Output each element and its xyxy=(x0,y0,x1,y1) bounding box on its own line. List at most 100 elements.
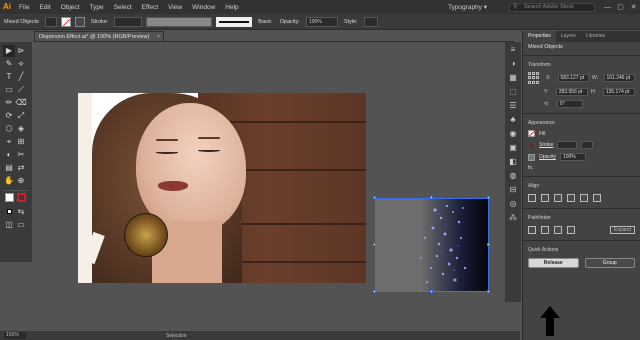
pathfinder-dock-icon[interactable]: ◎ xyxy=(508,199,518,209)
unite-icon[interactable] xyxy=(528,226,536,234)
selection-handle[interactable] xyxy=(373,196,376,199)
shape-builder-tool-icon[interactable]: ⬡ xyxy=(3,123,15,135)
swatches-dock-icon[interactable]: ▦ xyxy=(508,73,518,83)
stroke-weight-input[interactable] xyxy=(557,141,578,149)
slice-tool-icon[interactable]: ✂ xyxy=(15,149,27,161)
release-button[interactable]: Release xyxy=(528,258,579,268)
brushes-dock-icon[interactable]: ⁂ xyxy=(508,213,518,223)
zoom-tool-icon[interactable]: ⊕ xyxy=(15,175,27,187)
y-field[interactable]: 283.956 pt xyxy=(555,88,588,96)
align-middle-icon[interactable] xyxy=(580,194,588,202)
pencil-tool-icon[interactable]: ✏ xyxy=(3,97,15,109)
maximize-button[interactable]: ▢ xyxy=(614,3,627,11)
menu-edit[interactable]: Edit xyxy=(34,4,55,11)
symbols-dock-icon[interactable]: ♣ xyxy=(508,115,518,125)
menu-effect[interactable]: Effect xyxy=(137,4,164,11)
graph-tool-icon[interactable]: ▤ xyxy=(3,162,15,174)
menu-file[interactable]: File xyxy=(14,4,34,11)
selection-handle[interactable] xyxy=(487,290,490,293)
selection-handle[interactable] xyxy=(487,196,490,199)
h-field[interactable]: 135.174 pt xyxy=(602,88,635,96)
stroke-dock-icon[interactable]: ◉ xyxy=(508,129,518,139)
stroke-weight-field[interactable] xyxy=(114,16,143,27)
workspace-switcher[interactable]: Typography ▾ xyxy=(448,3,487,11)
minus-front-icon[interactable] xyxy=(541,226,549,234)
opacity-field[interactable]: 100% xyxy=(305,16,338,27)
eyedropper-tool-icon[interactable]: ◐ xyxy=(3,149,15,161)
artboard-photo[interactable] xyxy=(78,93,366,283)
magic-wand-tool-icon[interactable]: ✎ xyxy=(3,58,15,70)
selection-handle[interactable] xyxy=(430,196,433,199)
eraser-tool-icon[interactable]: ⌫ xyxy=(15,97,27,109)
align-dock-icon[interactable]: ⊟ xyxy=(508,185,518,195)
stroke-swatch-icon[interactable] xyxy=(528,141,535,149)
gradient-tool-icon[interactable]: ⊞ xyxy=(15,136,27,148)
rectangle-tool-icon[interactable]: ▭ xyxy=(3,84,15,96)
screen-mode-icon[interactable]: ▭ xyxy=(15,219,27,231)
fill-color-icon[interactable] xyxy=(3,193,15,205)
drawing-mode-icon[interactable]: ◫ xyxy=(3,219,15,231)
lasso-tool-icon[interactable]: ⟡ xyxy=(15,58,27,70)
selection-bounding-box[interactable] xyxy=(375,198,489,292)
close-window-button[interactable]: ✕ xyxy=(627,3,640,11)
tab-libraries[interactable]: Libraries xyxy=(581,31,610,42)
selection-handle[interactable] xyxy=(373,290,376,293)
gradient-dock-icon[interactable]: ▣ xyxy=(508,143,518,153)
default-colors-icon[interactable] xyxy=(3,206,15,218)
selection-handle[interactable] xyxy=(487,243,490,246)
scale-tool-icon[interactable]: ⤢ xyxy=(15,110,27,122)
align-right-icon[interactable] xyxy=(554,194,562,202)
current-tool-status[interactable]: Selection xyxy=(166,333,187,339)
align-left-icon[interactable] xyxy=(528,194,536,202)
swap-colors-icon[interactable]: ⇆ xyxy=(15,206,27,218)
stroke-color-icon[interactable] xyxy=(15,193,27,205)
perspective-grid-tool-icon[interactable]: ◈ xyxy=(15,123,27,135)
intersect-icon[interactable] xyxy=(554,226,562,234)
reference-point-icon[interactable] xyxy=(528,72,539,84)
group-button[interactable]: Group xyxy=(584,258,635,268)
fx-button[interactable]: fx. xyxy=(528,165,533,171)
stroke-link[interactable]: Stroke xyxy=(539,142,553,148)
properties-dock-icon[interactable]: ≡ xyxy=(508,45,518,55)
minimize-button[interactable]: — xyxy=(601,4,614,11)
tab-properties[interactable]: Properties xyxy=(523,31,556,42)
menu-object[interactable]: Object xyxy=(56,4,85,11)
brush-preview[interactable] xyxy=(216,16,253,27)
mesh-tool-icon[interactable]: ⌖ xyxy=(3,136,15,148)
align-bottom-icon[interactable] xyxy=(593,194,601,202)
opacity-link[interactable]: Opacity xyxy=(539,154,556,160)
zoom-level-field[interactable]: 150% xyxy=(4,332,26,339)
align-top-icon[interactable] xyxy=(567,194,575,202)
hand-tool-icon[interactable]: ✋ xyxy=(3,175,15,187)
opacity-label[interactable]: Opacity: xyxy=(276,19,304,25)
selection-handle[interactable] xyxy=(373,243,376,246)
artboard-tool-icon[interactable]: ⇄ xyxy=(15,162,27,174)
line-tool-icon[interactable]: ╱ xyxy=(15,71,27,83)
transparency-dock-icon[interactable]: ◧ xyxy=(508,157,518,167)
selection-tool-icon[interactable]: ▶ xyxy=(3,45,15,57)
stroke-dropdown[interactable] xyxy=(581,141,594,149)
stroke-swatch[interactable] xyxy=(74,16,85,27)
w-field[interactable]: 161.246 pt xyxy=(603,74,635,82)
paintbrush-tool-icon[interactable]: ⟋ xyxy=(15,84,27,96)
menu-type[interactable]: Type xyxy=(84,4,108,11)
menu-select[interactable]: Select xyxy=(109,4,137,11)
x-field[interactable]: 583.127 pt xyxy=(557,74,589,82)
style-dropdown[interactable] xyxy=(363,16,378,27)
tab-layers[interactable]: Layers xyxy=(556,31,581,42)
type-tool-icon[interactable]: T xyxy=(3,71,15,83)
exclude-icon[interactable] xyxy=(567,226,575,234)
opacity-input[interactable]: 100% xyxy=(559,153,586,161)
align-center-icon[interactable] xyxy=(541,194,549,202)
color-dock-icon[interactable]: ◑ xyxy=(508,59,518,69)
appearance-dock-icon[interactable]: ◍ xyxy=(508,171,518,181)
rotate-field[interactable]: 0° xyxy=(557,100,583,108)
brush-label[interactable]: Basic xyxy=(254,19,275,25)
fill-swatch-icon[interactable] xyxy=(528,130,535,137)
artboards-dock-icon[interactable]: ⬚ xyxy=(508,87,518,97)
variable-width-field[interactable] xyxy=(146,16,213,27)
fill-swatch[interactable] xyxy=(60,16,71,27)
fill-dropdown[interactable] xyxy=(44,16,57,27)
rotate-tool-icon[interactable]: ⟳ xyxy=(3,110,15,122)
menu-window[interactable]: Window xyxy=(187,4,220,11)
